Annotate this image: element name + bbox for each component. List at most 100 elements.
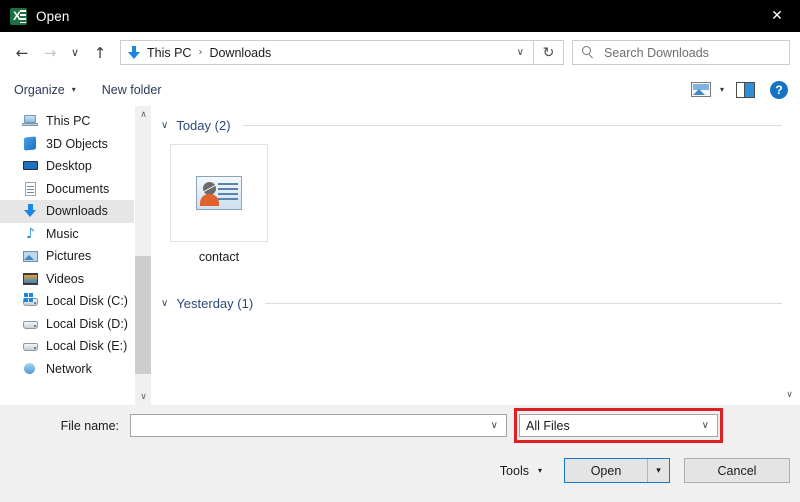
filetype-select[interactable]: All Files ∨ <box>519 414 718 437</box>
sidebar-item-downloads[interactable]: Downloads <box>0 200 151 223</box>
file-list-pane[interactable]: ∨ Today (2) contact ∨ Yesterday (1) ∨ <box>151 106 800 405</box>
folder-tree: This PC 3D Objects Desktop Documents Dow… <box>0 106 151 380</box>
tools-button[interactable]: Tools ▾ <box>500 464 542 478</box>
sidebar-item-local-disk-d[interactable]: Local Disk (D:) <box>0 313 151 336</box>
group-header-today[interactable]: ∨ Today (2) <box>151 114 800 136</box>
breadcrumb-item-this-pc[interactable]: This PC <box>145 46 193 60</box>
sidebar-item-network[interactable]: Network <box>0 358 151 381</box>
scrollbar-thumb[interactable] <box>135 256 151 374</box>
chevron-down-icon[interactable]: ▾ <box>711 85 736 94</box>
filetype-value: All Files <box>526 418 570 433</box>
local-disk-icon <box>22 338 39 354</box>
file-thumbnail[interactable] <box>170 144 268 242</box>
new-folder-button[interactable]: New folder <box>102 83 162 97</box>
sidebar-item-label: Local Disk (D:) <box>46 316 128 331</box>
filename-label: File name: <box>60 418 119 433</box>
contact-card-icon <box>196 176 242 210</box>
new-folder-label: New folder <box>101 82 162 97</box>
chevron-down-icon[interactable]: ∨ <box>508 47 533 58</box>
breadcrumb[interactable]: This PC › Downloads ∨ <box>120 40 534 65</box>
file-tiles-today: contact <box>151 136 800 264</box>
group-header-yesterday[interactable]: ∨ Yesterday (1) <box>151 292 800 314</box>
videos-icon <box>22 271 39 287</box>
scroll-down-icon[interactable]: ∨ <box>135 388 151 405</box>
preview-pane-icon[interactable] <box>736 81 755 98</box>
dialog-body: This PC 3D Objects Desktop Documents Dow… <box>0 106 800 405</box>
navigation-bar: ← → ∨ ↑ This PC › Downloads ∨ ↻ Search D… <box>0 32 800 73</box>
sidebar-item-documents[interactable]: Documents <box>0 178 151 201</box>
sidebar-item-label: Desktop <box>46 159 92 173</box>
organize-label: Organize <box>14 82 65 97</box>
sidebar-item-label: Pictures <box>46 249 92 263</box>
help-icon[interactable]: ? <box>770 80 788 99</box>
scroll-up-icon[interactable]: ∧ <box>135 106 151 123</box>
list-item[interactable]: contact <box>169 144 269 264</box>
music-icon: ♪ <box>26 225 35 242</box>
sidebar-item-3d-objects[interactable]: 3D Objects <box>0 133 151 156</box>
button-row: Tools ▾ Open ▾ Cancel <box>500 458 790 483</box>
sidebar-item-label: Downloads <box>46 204 108 218</box>
open-dropdown-icon[interactable]: ▾ <box>648 459 669 482</box>
up-button[interactable]: ↑ <box>86 38 114 68</box>
group-divider <box>265 302 782 304</box>
3d-objects-icon <box>22 136 39 152</box>
sidebar-item-label: Music <box>46 226 79 241</box>
desktop-icon <box>22 158 39 174</box>
window-title: Open <box>36 8 70 24</box>
downloads-arrow-icon <box>127 45 141 60</box>
forward-button: → <box>43 43 57 62</box>
back-button[interactable]: ← <box>8 38 36 68</box>
chevron-down-icon[interactable]: ∨ <box>483 420 506 431</box>
search-icon <box>582 46 595 59</box>
group-divider <box>242 124 782 126</box>
sidebar-item-label: This PC <box>46 114 91 128</box>
sidebar-item-label: Network <box>46 361 92 376</box>
local-disk-c-icon <box>22 293 39 309</box>
network-icon <box>22 361 39 377</box>
search-input[interactable]: Search Downloads <box>572 40 790 65</box>
filename-row: File name: ∨ All Files ∨ <box>0 408 800 443</box>
open-button[interactable]: Open ▾ <box>564 458 670 483</box>
sidebar-item-pictures[interactable]: Pictures <box>0 245 151 268</box>
search-placeholder: Search Downloads <box>604 45 709 60</box>
open-label[interactable]: Open <box>565 459 647 482</box>
sidebar-item-music[interactable]: ♪ Music <box>0 223 151 246</box>
sidebar-item-local-disk-c[interactable]: Local Disk (C:) <box>0 290 151 313</box>
close-icon[interactable]: ✕ <box>754 0 800 32</box>
sidebar-item-label: 3D Objects <box>46 136 108 151</box>
sidebar-item-local-disk-e[interactable]: Local Disk (E:) <box>0 335 151 358</box>
command-bar: Organize ▾ New folder ▾ ? <box>0 73 800 106</box>
sidebar-item-videos[interactable]: Videos <box>0 268 151 291</box>
title-bar: X Open ✕ <box>0 0 800 32</box>
breadcrumb-item-downloads[interactable]: Downloads <box>207 46 273 60</box>
excel-icon: X <box>10 7 27 25</box>
group-label: Yesterday (1) <box>176 295 254 311</box>
tools-label: Tools <box>499 463 529 478</box>
pictures-icon <box>22 248 39 264</box>
scroll-down-icon[interactable]: ∨ <box>781 386 798 403</box>
chevron-down-icon[interactable]: ∨ <box>161 298 168 309</box>
filetype-wrapper: All Files ∨ <box>514 408 723 443</box>
refresh-button[interactable]: ↻ <box>534 40 564 65</box>
chevron-down-icon: ▾ <box>537 466 542 475</box>
view-controls: ▾ ? <box>690 80 788 99</box>
sidebar-item-desktop[interactable]: Desktop <box>0 155 151 178</box>
group-label: Today (2) <box>176 117 231 133</box>
navigation-pane: This PC 3D Objects Desktop Documents Dow… <box>0 106 151 405</box>
view-options-icon[interactable] <box>690 82 711 97</box>
sidebar-item-this-pc[interactable]: This PC <box>0 110 151 133</box>
documents-icon <box>22 181 39 197</box>
downloads-icon <box>22 203 39 219</box>
filename-input[interactable]: ∨ <box>130 414 507 437</box>
chevron-down-icon[interactable]: ∨ <box>161 120 168 131</box>
sidebar-scrollbar[interactable]: ∧ ∨ <box>134 106 151 405</box>
sidebar-item-label: Videos <box>46 271 84 286</box>
recent-locations-button[interactable]: ∨ <box>64 38 86 68</box>
organize-button[interactable]: Organize ▾ <box>14 83 76 97</box>
sidebar-item-label: Documents <box>46 181 110 196</box>
dialog-footer: File name: ∨ All Files ∨ Tools ▾ Open ▾ … <box>0 405 800 502</box>
file-name-label: contact <box>198 250 240 264</box>
cancel-button[interactable]: Cancel <box>684 458 790 483</box>
pc-icon <box>22 113 39 129</box>
chevron-down-icon[interactable]: ∨ <box>694 420 717 431</box>
